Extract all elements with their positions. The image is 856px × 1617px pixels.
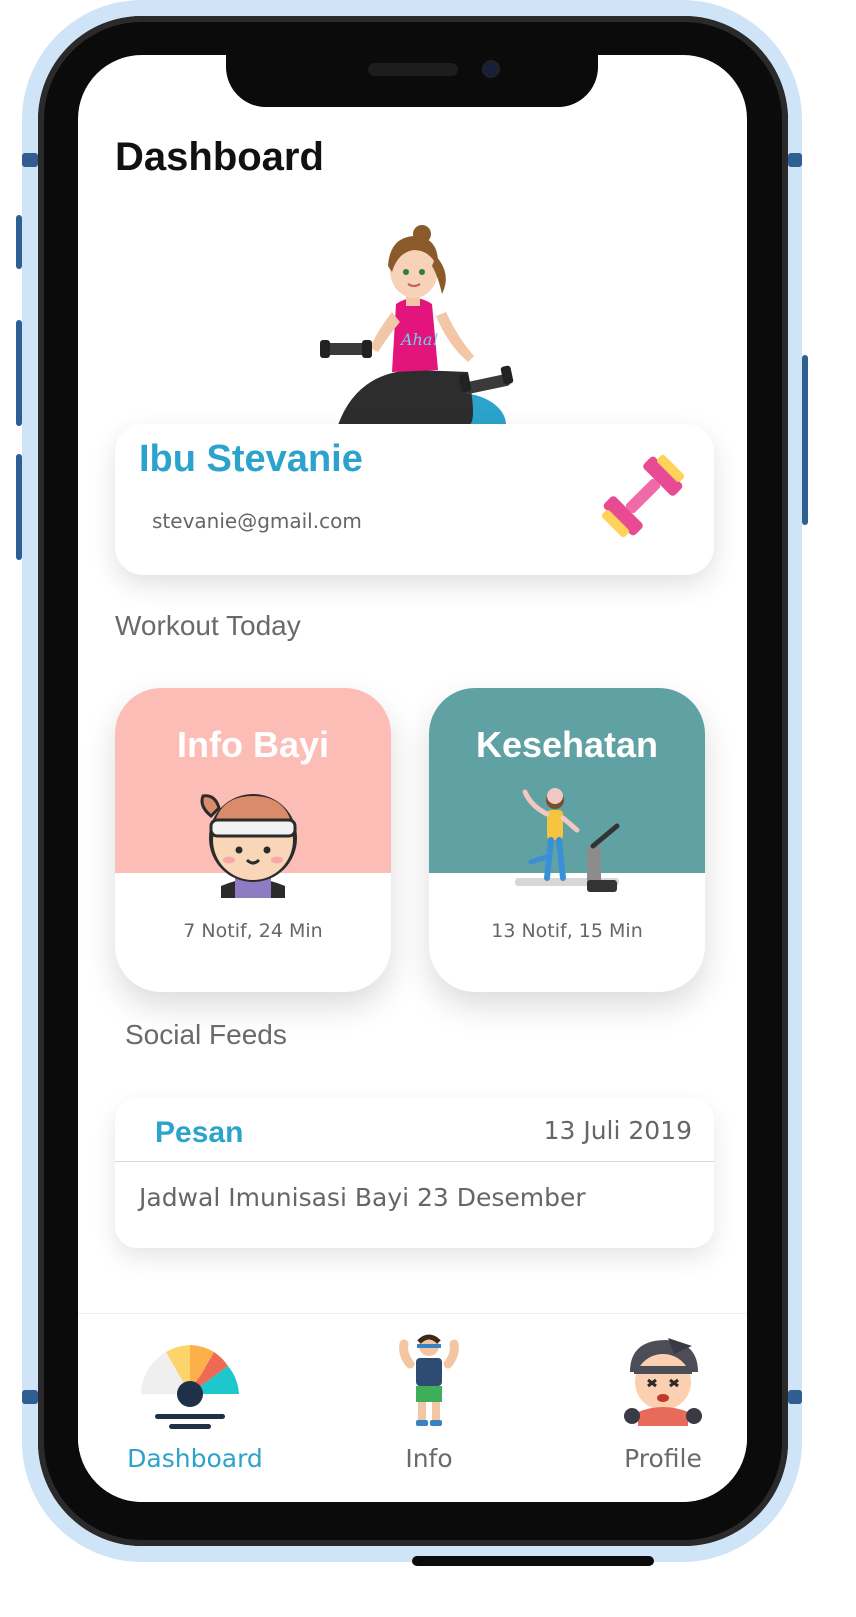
profile-card[interactable]: Ibu Stevanie stevanie@gmail.com (115, 424, 714, 575)
profile-name: Ibu Stevanie (139, 438, 363, 480)
page-title: Dashboard (115, 135, 324, 179)
home-indicator (412, 1556, 654, 1566)
fitness-woman-illustration: Aha! (320, 225, 514, 425)
feed-divider (115, 1161, 714, 1162)
tile-title: Info Bayi (176, 724, 329, 765)
strongman-icon (399, 1334, 459, 1426)
frame-side-button (16, 215, 22, 269)
feed-card[interactable]: Pesan 13 Juli 2019 Jadwal Imunisasi Bayi… (115, 1098, 714, 1248)
frame-side-button (788, 1390, 802, 1404)
nav-item-profile[interactable]: Profile (563, 1314, 747, 1502)
baby-face-icon (200, 794, 297, 898)
feed-tag: Pesan (155, 1116, 244, 1149)
feed-date: 13 Juli 2019 (543, 1116, 692, 1145)
frame-side-button (16, 320, 22, 426)
camera-icon (482, 60, 500, 78)
angry-avatar-icon (624, 1338, 702, 1426)
dumbbell-icon (601, 454, 685, 538)
bottom-nav: Dashboard Info Profile (78, 1313, 747, 1502)
frame-side-button (16, 454, 22, 560)
tile-kesehatan[interactable]: Kesehatan 13 Notif, 15 Min (429, 688, 705, 992)
feed-message: Jadwal Imunisasi Bayi 23 Desember (139, 1183, 586, 1212)
frame-side-button (22, 153, 38, 167)
tile-stats: 7 Notif, 24 Min (183, 920, 323, 942)
frame-side-button (788, 153, 802, 167)
treadmill-icon (515, 788, 620, 892)
nav-label: Profile (624, 1444, 702, 1473)
nav-item-dashboard[interactable]: Dashboard (95, 1314, 295, 1502)
nav-label: Dashboard (127, 1444, 263, 1473)
section-social-title: Social Feeds (125, 1019, 287, 1050)
gauge-icon (141, 1345, 239, 1429)
profile-email: stevanie@gmail.com (152, 509, 362, 533)
tile-stats: 13 Notif, 15 Min (491, 920, 643, 942)
tile-info-bayi[interactable]: Info Bayi 7 Notif, 24 Min (115, 688, 391, 992)
section-workout-title: Workout Today (115, 610, 301, 641)
svg-text:Aha!: Aha! (399, 330, 439, 349)
nav-item-info[interactable]: Info (329, 1314, 529, 1502)
frame-side-button (22, 1390, 38, 1404)
tile-title: Kesehatan (475, 724, 659, 765)
frame-side-button (802, 355, 808, 525)
notch (226, 55, 598, 107)
nav-label: Info (405, 1444, 453, 1473)
phone-screen: Dashboard Aha! Ibu Stevanie stevanie@gma… (78, 55, 747, 1502)
speaker (368, 63, 458, 76)
